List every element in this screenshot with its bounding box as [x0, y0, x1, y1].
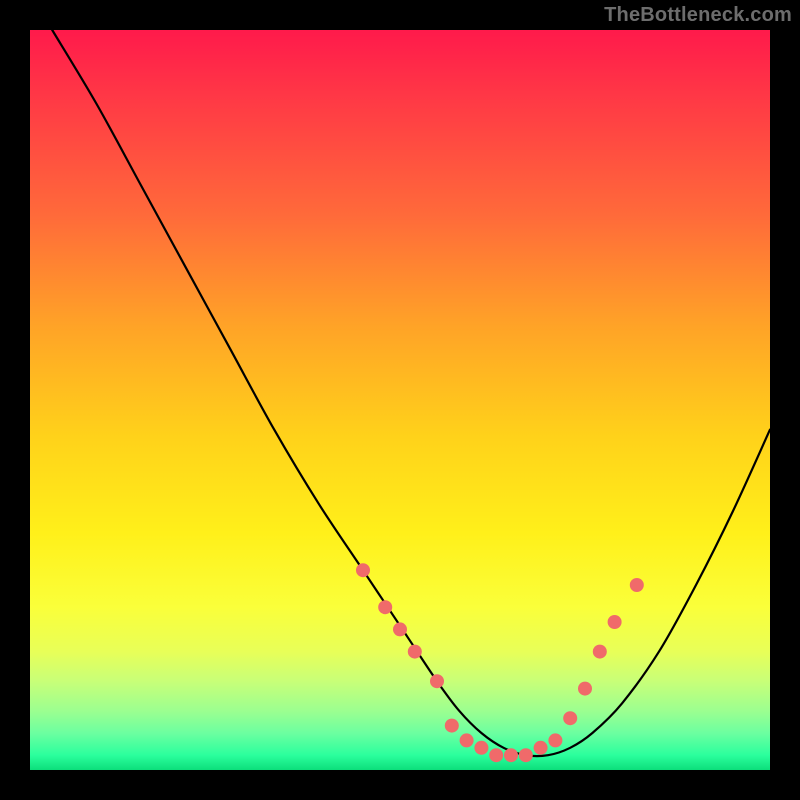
highlight-dot	[534, 741, 548, 755]
highlight-dot	[519, 748, 533, 762]
highlight-dot	[430, 674, 444, 688]
highlight-dot	[489, 748, 503, 762]
highlight-dot	[563, 711, 577, 725]
highlight-dot	[474, 741, 488, 755]
highlight-dot	[393, 622, 407, 636]
highlight-dot	[630, 578, 644, 592]
highlight-dot	[356, 563, 370, 577]
highlight-dot	[378, 600, 392, 614]
highlight-dot	[548, 733, 562, 747]
highlight-dot	[408, 645, 422, 659]
chart-container: TheBottleneck.com	[0, 0, 800, 800]
highlight-dot	[460, 733, 474, 747]
highlight-dot	[608, 615, 622, 629]
highlight-dot	[593, 645, 607, 659]
highlight-dot	[445, 719, 459, 733]
highlight-dot	[504, 748, 518, 762]
bottleneck-chart	[0, 0, 800, 800]
highlight-dot	[578, 682, 592, 696]
plot-background	[30, 30, 770, 770]
